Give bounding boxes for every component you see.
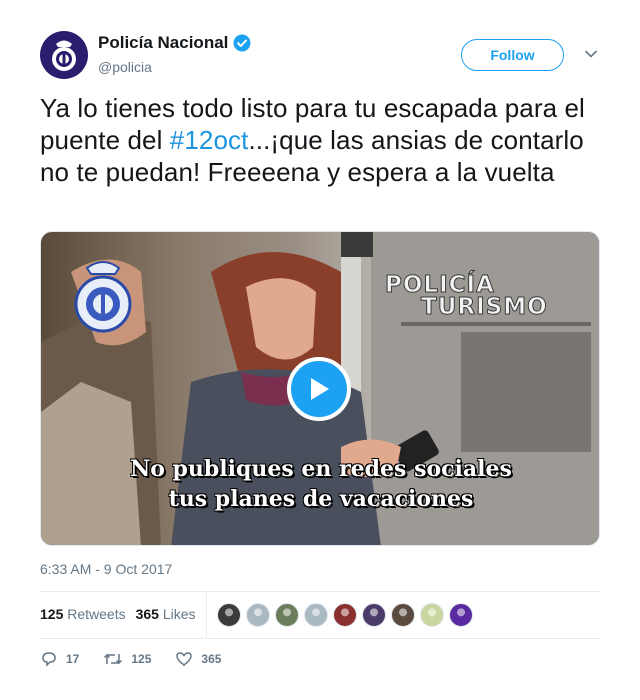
liker-avatar[interactable] — [217, 603, 241, 627]
liker-avatar[interactable] — [449, 603, 473, 627]
chevron-down-icon[interactable] — [584, 47, 598, 61]
author-handle[interactable]: @policia — [98, 59, 251, 75]
divider — [40, 591, 600, 592]
brand-line-2: TURISMO — [421, 294, 548, 320]
reply-button[interactable]: 17 — [40, 650, 79, 668]
caption-line-1: No publiques en redes sociales — [130, 456, 512, 482]
likers-avatars — [217, 603, 473, 627]
verified-badge-icon — [233, 34, 251, 52]
retweet-icon — [104, 653, 123, 665]
play-icon — [311, 378, 329, 400]
heart-icon — [176, 652, 193, 666]
liker-avatar[interactable] — [362, 603, 386, 627]
liker-avatar[interactable] — [304, 603, 328, 627]
likes-stat-label: Likes — [162, 606, 196, 622]
video-brand-overlay: POLICÍA TURISMO — [385, 273, 565, 320]
police-badge-icon[interactable] — [40, 31, 88, 79]
liker-avatar[interactable] — [420, 603, 444, 627]
divider — [40, 638, 600, 639]
tweet-header: Policía Nacional @policia Follow — [40, 31, 600, 79]
retweets-stat[interactable]: 125 Retweets — [40, 606, 126, 622]
liker-avatar[interactable] — [391, 603, 415, 627]
likes-stat-count: 365 — [135, 606, 159, 622]
display-name-text: Policía Nacional — [98, 33, 229, 52]
retweet-button[interactable]: 125 — [103, 650, 151, 668]
liker-avatar[interactable] — [275, 603, 299, 627]
retweets-stat-count: 125 — [40, 606, 64, 622]
retweets-stat-label: Retweets — [67, 606, 126, 622]
like-button[interactable]: 365 — [175, 650, 221, 668]
author-names: Policía Nacional @policia — [98, 33, 251, 75]
caption-line-2: tus planes de vacaciones — [168, 486, 474, 512]
hashtag-link[interactable]: #12oct — [170, 125, 249, 155]
stats-separator — [206, 592, 207, 638]
tweet-actions: 17 125 365 — [40, 650, 245, 668]
tweet-timestamp[interactable]: 6:33 AM - 9 Oct 2017 — [40, 561, 172, 577]
video-player[interactable]: POLICÍA TURISMO No publiques en redes so… — [40, 231, 600, 546]
follow-button[interactable]: Follow — [461, 39, 564, 71]
liker-avatar[interactable] — [333, 603, 357, 627]
like-count: 365 — [201, 652, 222, 666]
likes-stat[interactable]: 365 Likes — [136, 606, 196, 622]
play-button[interactable] — [287, 357, 351, 421]
tweet-text: Ya lo tienes todo listo para tu escapada… — [40, 92, 600, 188]
reply-count: 17 — [66, 652, 80, 666]
video-caption: No publiques en redes sociales tus plane… — [41, 454, 599, 514]
author-display-name[interactable]: Policía Nacional — [98, 33, 251, 53]
tweet-stats: 125 Retweets 365 Likes — [40, 606, 196, 622]
liker-avatar[interactable] — [246, 603, 270, 627]
reply-icon — [42, 652, 56, 667]
retweet-count: 125 — [131, 652, 152, 666]
